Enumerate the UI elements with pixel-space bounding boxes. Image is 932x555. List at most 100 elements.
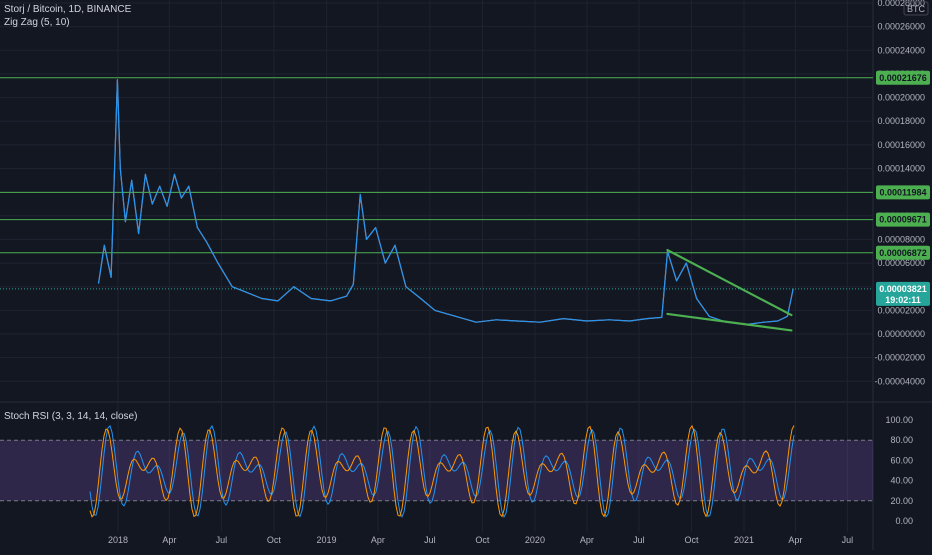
price-point <box>246 292 248 294</box>
price-tick-label: -0.00002000 <box>874 353 925 363</box>
price-point <box>562 318 565 320</box>
price-point <box>159 185 161 187</box>
time-tick-label: Apr <box>580 535 594 545</box>
rsi-tick-label: 100.00 <box>885 415 913 425</box>
price-point <box>137 232 140 235</box>
time-tick-label: Oct <box>267 535 282 545</box>
symbol-legend[interactable]: Storj / Bitcoin, 1D, BINANCE <box>4 4 131 15</box>
price-tick-label: -0.00004000 <box>874 376 925 386</box>
price-point <box>166 205 168 207</box>
price-point <box>196 227 198 229</box>
time-tick-label: 2019 <box>316 535 336 545</box>
price-point <box>173 173 176 176</box>
time-tick-label: Jul <box>424 535 436 545</box>
price-point <box>131 179 133 181</box>
price-point <box>695 297 698 300</box>
level-tag-label: 0.00021676 <box>879 73 927 83</box>
time-tick-label: Oct <box>684 535 699 545</box>
time-tick-label: Oct <box>475 535 490 545</box>
price-point <box>110 276 112 278</box>
price-point <box>420 297 422 300</box>
price-point <box>345 295 348 297</box>
price-point <box>116 79 119 81</box>
stoch-rsi-legend[interactable]: Stoch RSI (3, 3, 14, 14, close) <box>4 411 137 422</box>
price-tick-label: 0.00000000 <box>877 329 925 339</box>
price-tick-label: 0.00020000 <box>877 93 925 103</box>
rsi-band <box>0 440 873 501</box>
time-tick-label: Apr <box>371 535 385 545</box>
time-tick-label: Jul <box>216 535 228 545</box>
price-point <box>217 262 219 264</box>
trendline[interactable] <box>666 248 793 317</box>
price-point <box>384 262 386 264</box>
price-point <box>676 280 678 282</box>
price-tick-label: 0.00014000 <box>877 164 925 174</box>
price-point <box>454 315 457 317</box>
price-point <box>516 320 518 322</box>
time-tick-label: Jul <box>842 535 854 545</box>
price-point <box>352 283 354 285</box>
price-point <box>97 282 100 284</box>
price-point <box>365 238 368 241</box>
zigzag-line <box>98 79 794 326</box>
rsi-tick-label: 80.00 <box>890 435 913 445</box>
price-point <box>144 173 147 176</box>
price-point <box>394 244 396 246</box>
price-point <box>434 309 436 311</box>
price-series-line[interactable] <box>98 79 794 326</box>
level-tag-label: 0.00006872 <box>879 248 927 258</box>
price-point <box>124 221 127 223</box>
time-tick-label: Apr <box>162 535 176 545</box>
price-tick-label: 0.00002000 <box>877 305 925 315</box>
price-point <box>103 244 105 246</box>
level-tag-label: 0.00009671 <box>879 215 927 225</box>
price-point <box>608 319 610 321</box>
time-tick-label: Jul <box>633 535 645 545</box>
time-tick-label: 2018 <box>108 535 128 545</box>
price-tick-label: 0.00016000 <box>877 140 925 150</box>
time-tick-label: 2020 <box>525 535 545 545</box>
time-tick-label: Apr <box>788 535 802 545</box>
price-point <box>359 193 361 196</box>
price-point <box>586 320 588 322</box>
price-point <box>539 321 541 323</box>
price-tick-label: 0.00026000 <box>877 22 925 32</box>
chart-canvas[interactable]: 0.000280000.000260000.000240000.00022000… <box>0 0 932 550</box>
rsi-tick-label: 20.00 <box>890 496 913 506</box>
rsi-tick-label: 40.00 <box>890 476 913 486</box>
price-point <box>495 319 497 321</box>
price-point <box>763 321 765 323</box>
price-point <box>277 300 279 302</box>
rsi-tick-label: 0.00 <box>895 516 913 526</box>
price-tick-label: 0.00008000 <box>877 234 925 244</box>
price-point <box>261 297 263 300</box>
price-tick-label: 0.00018000 <box>877 116 925 126</box>
price-point <box>180 197 182 199</box>
price-point <box>786 315 789 317</box>
price-point <box>475 321 477 323</box>
price-point <box>777 320 779 322</box>
price-point <box>205 241 208 243</box>
price-point <box>231 286 233 288</box>
price-point <box>629 320 631 322</box>
price-point <box>646 318 648 320</box>
price-point <box>708 315 710 317</box>
level-tag-label: 0.00011984 <box>879 187 926 197</box>
price-point <box>151 203 153 205</box>
price-point <box>405 286 407 288</box>
rsi-tick-label: 60.00 <box>890 455 913 465</box>
current-price-label: 0.00003821 <box>879 284 927 294</box>
price-point <box>119 167 121 170</box>
price-point <box>661 316 663 319</box>
price-point <box>310 297 312 300</box>
price-point <box>188 185 190 187</box>
price-point <box>374 227 377 229</box>
currency-label: BTC <box>907 4 926 14</box>
price-tick-label: 0.00024000 <box>877 45 925 55</box>
zigzag-legend[interactable]: Zig Zag (5, 10) <box>4 17 70 28</box>
price-point <box>329 300 332 302</box>
countdown-label: 19:02:11 <box>885 295 921 305</box>
price-point <box>293 286 295 288</box>
chart-area[interactable]: 0.000280000.000260000.000240000.00022000… <box>0 0 932 550</box>
trendline[interactable] <box>666 312 793 332</box>
